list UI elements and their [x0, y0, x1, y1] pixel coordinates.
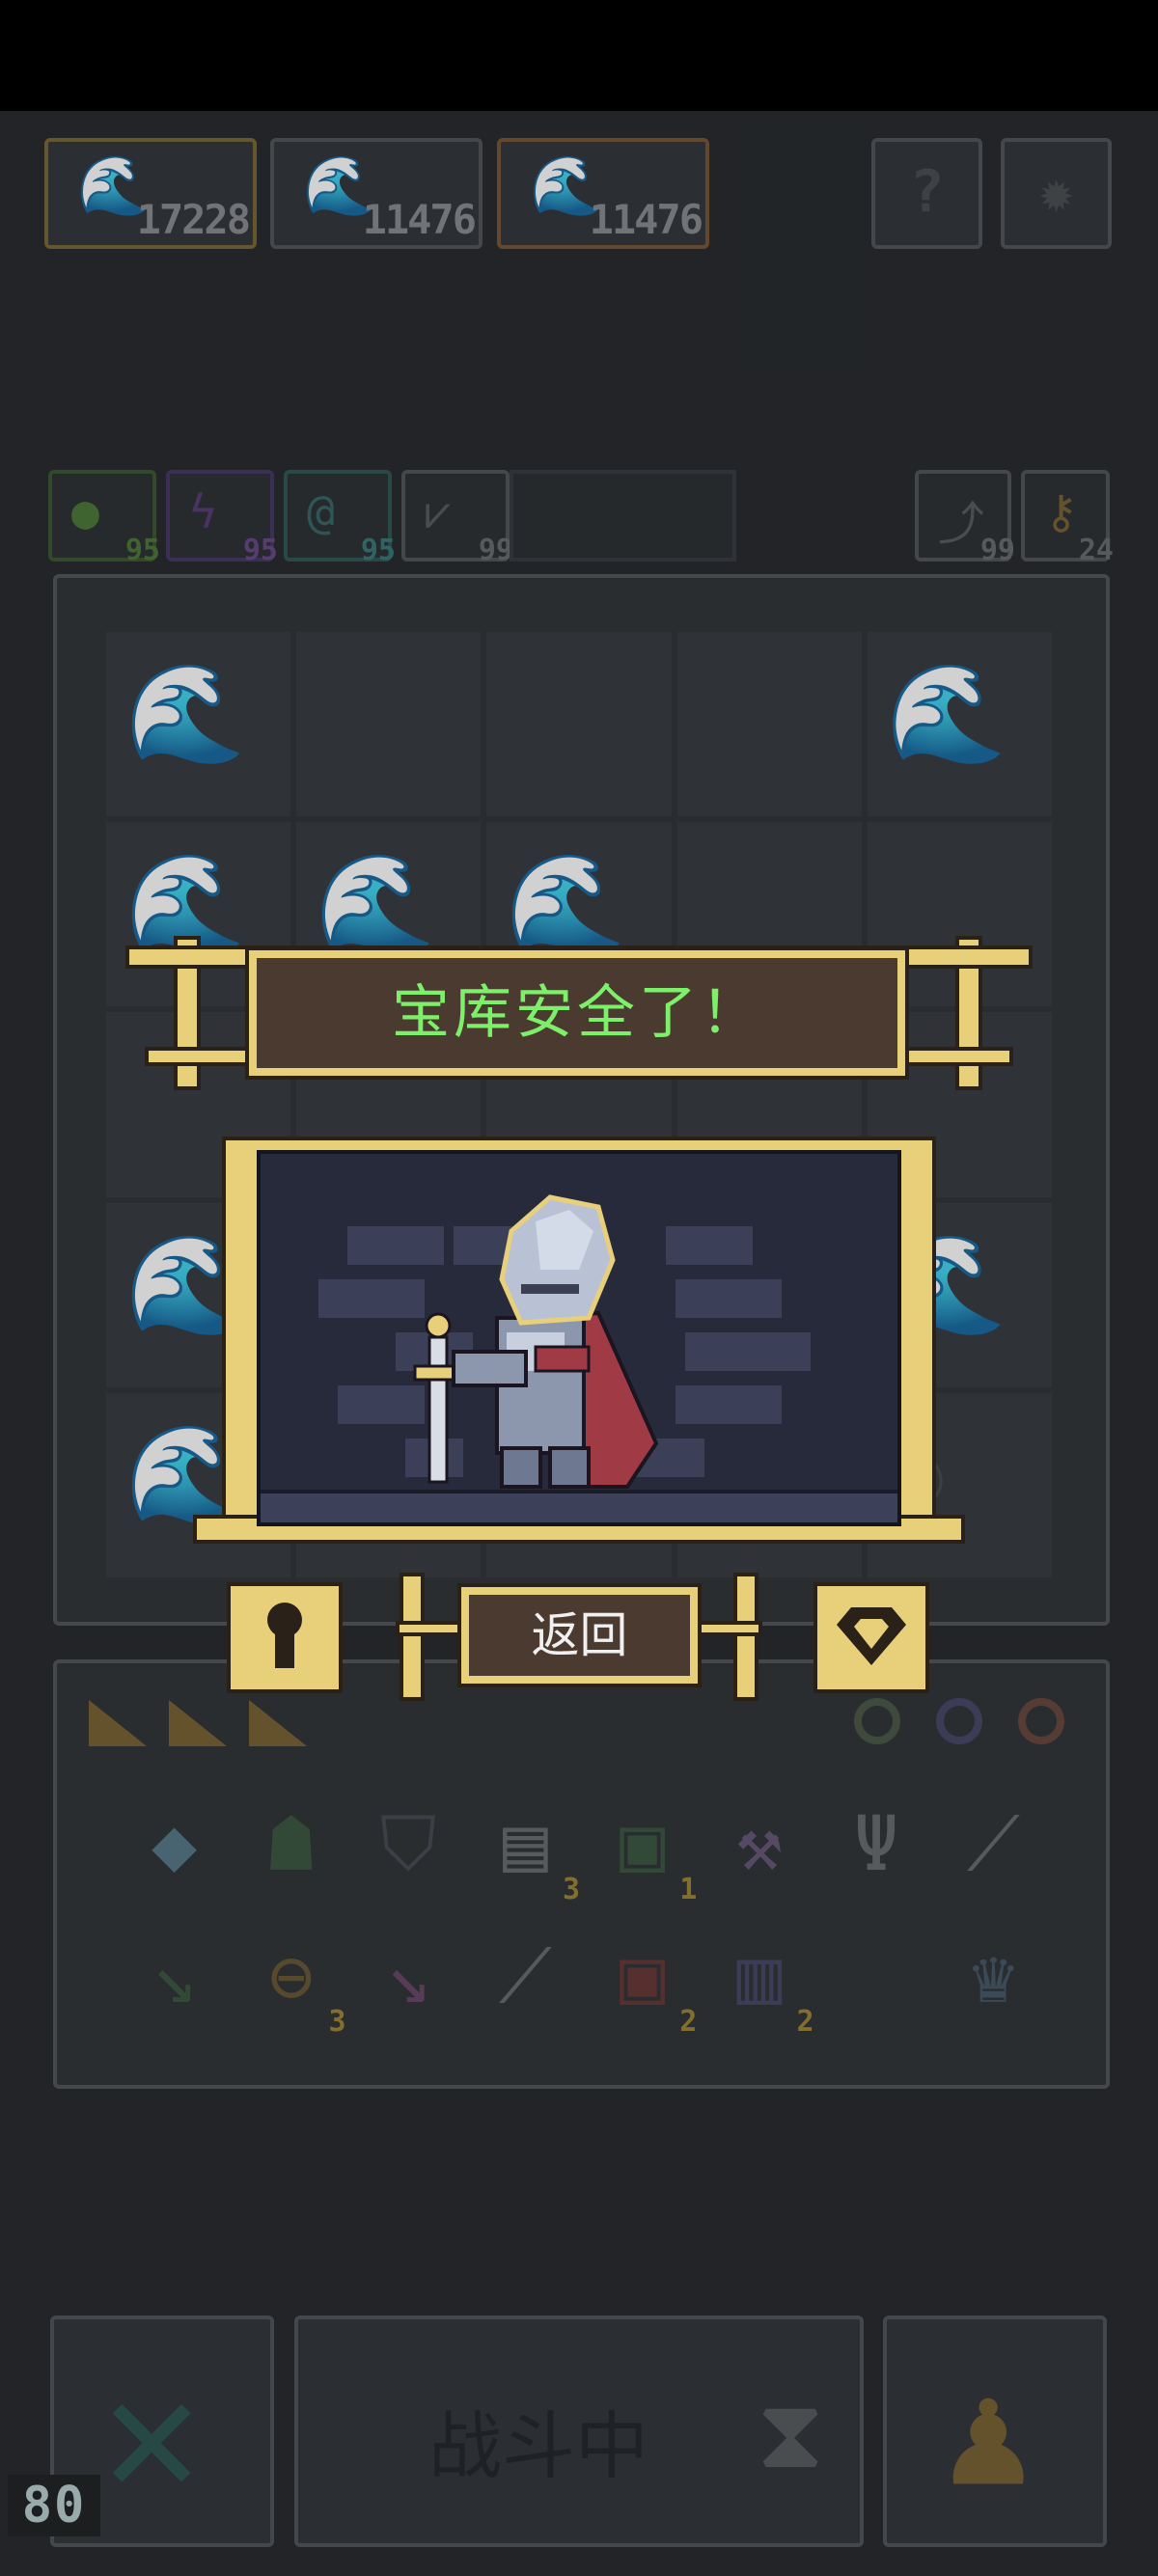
helmet-icon: ☗ [268, 1801, 315, 1888]
inventory-item[interactable]: ⟋ [467, 1922, 584, 2033]
key-icon: ⚷ [1044, 485, 1079, 539]
shield-icon: ⛉ [379, 1801, 437, 1888]
reroll-icon: ⤴ [938, 497, 985, 551]
pawn-button[interactable]: ♟ [883, 2316, 1107, 2547]
inventory-item[interactable]: ◆ [116, 1790, 233, 1901]
gear-icon: ✹ [1038, 158, 1074, 226]
arrow-icon: ↘ [152, 1933, 198, 2020]
shield-ring-icon: ⊖ [268, 1933, 315, 2020]
wave-icon: 🌊 [316, 847, 436, 961]
inventory-item[interactable] [818, 1922, 935, 2033]
ring-icon [1018, 1698, 1064, 1744]
swirl-icon: @ [307, 485, 335, 539]
close-icon: ✕ [102, 2340, 202, 2531]
ring-icon [854, 1698, 900, 1744]
board-cell[interactable]: 🌊 [867, 632, 1052, 817]
stat-bar-empty [510, 470, 736, 562]
ring-icon [936, 1698, 982, 1744]
crystal-icon: ◆ [152, 1801, 198, 1888]
battle-label: 战斗中 [428, 2403, 648, 2489]
resource-value: 11476 [362, 196, 477, 243]
battle-button[interactable]: 战斗中 ⧗ [294, 2316, 864, 2547]
pawn-icon: ♟ [945, 2351, 1033, 2519]
stat-value: 95 [124, 534, 160, 567]
resource-slot: 🌊 11476 [270, 138, 482, 249]
trident-icon: Ψ [853, 1801, 899, 1888]
resource-slot: 🌊 11476 [497, 138, 709, 249]
heart-icon: ● [71, 485, 99, 539]
stat-value: 95 [360, 534, 396, 567]
hourglass-icon: ⧗ [757, 2377, 825, 2490]
floor [261, 1490, 897, 1522]
return-button[interactable]: 返回 [457, 1583, 702, 1687]
scroll-icon: ▤ [502, 1801, 548, 1888]
stat-value: 99 [478, 534, 513, 567]
settings-button[interactable]: ✹ [1001, 138, 1112, 249]
gem-icon [837, 1607, 906, 1665]
fps-counter: 80 [8, 2475, 100, 2536]
board-cell[interactable] [486, 632, 672, 817]
inventory-item[interactable]: ⛉ [350, 1790, 467, 1901]
resource-value: 11476 [589, 196, 703, 243]
stat-slot: @ 95 [284, 470, 396, 567]
inventory-item[interactable]: ♛ [935, 1922, 1052, 2033]
item-count: 2 [679, 2005, 698, 2039]
resource-value: 17228 [136, 196, 251, 243]
stat-slot: ⩗ 99 [401, 470, 513, 567]
bird-icon: ⩗ [425, 485, 452, 539]
monster-card-icon: ▣ [620, 1801, 666, 1888]
board-cell[interactable] [676, 632, 862, 817]
inventory-item[interactable]: ▣ 1 [584, 1790, 701, 1905]
wave-icon: 🌊 [886, 657, 1007, 770]
knife-icon: ⟋ [499, 1933, 552, 2020]
dialog-title: 宝库安全了！ [245, 946, 909, 1080]
inventory-item[interactable]: ⟋ [935, 1790, 1052, 1901]
item-count: 1 [679, 1873, 698, 1906]
stat-slot: ● 95 [48, 470, 160, 567]
vault-picture [257, 1150, 901, 1526]
spear-icon: ↘ [385, 1933, 431, 2020]
item-count: 3 [328, 2005, 346, 2039]
inventory-item[interactable]: ▣ 2 [584, 1922, 701, 2037]
key-slot: ⚷ 24 [1021, 470, 1114, 567]
inventory-item[interactable]: ⚒ [701, 1790, 817, 1901]
inventory-item[interactable]: ↘ [116, 1922, 233, 2033]
lightning-icon: ϟ [189, 485, 217, 539]
item-count: 2 [796, 2005, 814, 2039]
board-cell[interactable]: 🌊 [106, 632, 291, 817]
reroll-slot[interactable]: ⤴ 99 [915, 470, 1015, 567]
inventory-item[interactable]: ☗ [233, 1790, 349, 1901]
inventory-item[interactable]: ⊖ 3 [233, 1922, 349, 2037]
stat-value: 99 [979, 534, 1015, 567]
knight-icon [413, 1194, 659, 1489]
keyhole-button[interactable] [227, 1582, 343, 1693]
axe-icon: ⚒ [736, 1801, 783, 1888]
help-button[interactable]: ? [871, 138, 982, 249]
wave-icon: 🌊 [506, 847, 626, 961]
inventory-item[interactable]: ↘ [350, 1922, 467, 2033]
wave-icon: 🌊 [125, 657, 246, 770]
vial-icon: ▥ [736, 1933, 783, 2020]
resource-slot: 🌊 17228 [44, 138, 257, 249]
board-cell[interactable] [296, 632, 482, 817]
crown-icon: ♛ [970, 1933, 1016, 2020]
stat-value: 95 [242, 534, 278, 567]
keyhole-icon [267, 1603, 302, 1668]
inventory-item[interactable]: Ψ [818, 1790, 935, 1901]
inventory-grid: ◆ ☗ ⛉ ▤ 3 ▣ 1 ⚒ Ψ ⟋ ↘ ⊖ 3 ↘ ⟋ ▣ 2 ▥ 2 ♛ [116, 1790, 1052, 2037]
inventory-item[interactable]: ▤ 3 [467, 1790, 584, 1905]
inventory-item[interactable]: ▥ 2 [701, 1922, 817, 2037]
red-card-icon: ▣ [620, 1933, 666, 2020]
dagger-icon: ⟋ [967, 1801, 1020, 1888]
stat-slot: ϟ 95 [166, 470, 278, 567]
gem-button[interactable] [813, 1582, 929, 1693]
item-count: 3 [562, 1873, 580, 1906]
stat-value: 24 [1078, 534, 1114, 567]
